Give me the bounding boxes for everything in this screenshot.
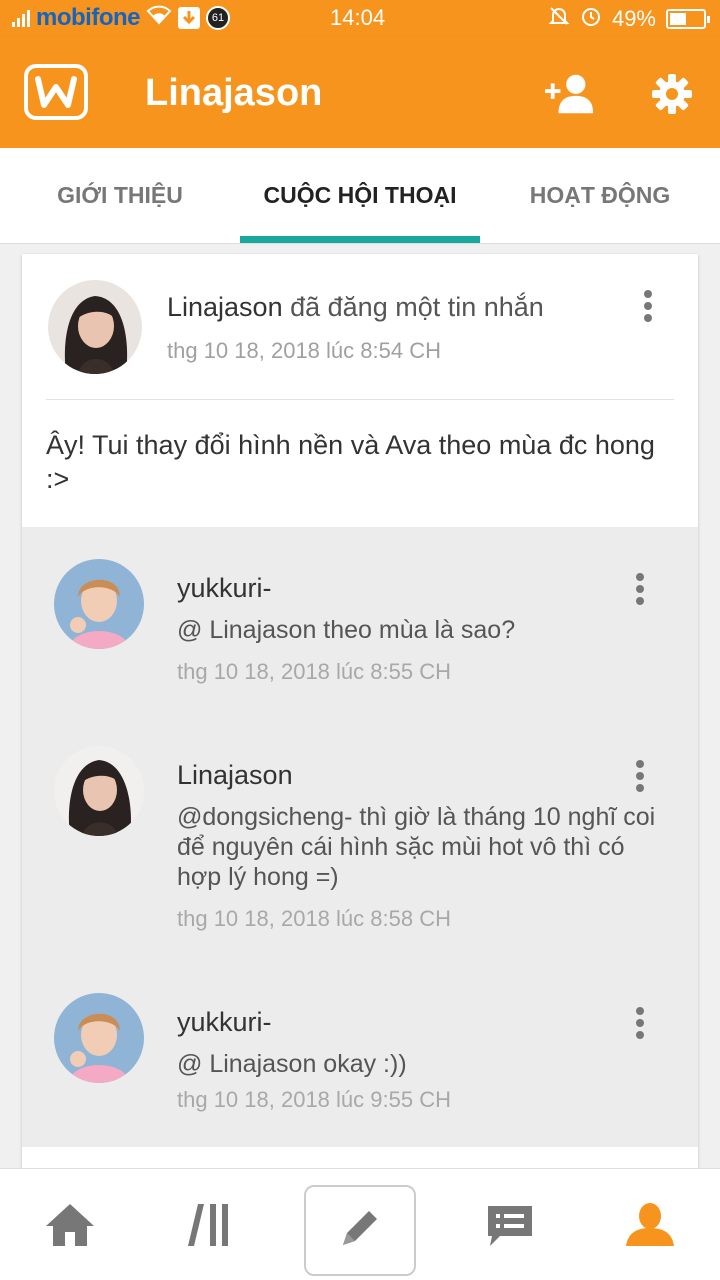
conversation-card: Linajason đã đăng một tin nhắn thg 10 18… (22, 254, 698, 1194)
post-header: Linajason đã đăng một tin nhắn thg 10 18… (22, 254, 698, 399)
clock: 14:04 (330, 5, 386, 30)
more-vert-icon[interactable] (638, 286, 658, 326)
notification-count-badge: 61 (206, 6, 230, 30)
download-icon (178, 7, 200, 29)
gear-icon[interactable] (646, 70, 698, 118)
avatar[interactable] (54, 559, 144, 649)
app-bar: Linajason (0, 36, 720, 148)
reply-author[interactable]: yukkuri- (177, 573, 272, 604)
home-icon[interactable] (0, 1169, 140, 1280)
post-author-line: Linajason đã đăng một tin nhắn (167, 292, 544, 323)
profile-icon[interactable] (580, 1169, 720, 1280)
replies-list: yukkuri- @ Linajason theo mùa là sao? th… (22, 527, 698, 1147)
bottom-nav (0, 1168, 720, 1280)
post-author[interactable]: Linajason (167, 292, 283, 322)
reply-timestamp: thg 10 18, 2018 lúc 9:55 CH (177, 1087, 451, 1112)
wifi-icon (146, 5, 172, 31)
more-vert-icon[interactable] (630, 569, 650, 609)
alarm-icon (580, 5, 602, 33)
reply-text: @dongsicheng- thì giờ là tháng 10 nghĩ c… (177, 803, 656, 891)
reply-item: Linajason @dongsicheng- thì giờ là tháng… (22, 746, 698, 946)
post-body: Ây! Tui thay đổi hình nền và Ava theo mù… (46, 430, 655, 494)
reply-text: @ Linajason okay :)) (177, 1050, 407, 1078)
post-action: đã đăng một tin nhắn (290, 292, 544, 322)
avatar[interactable] (54, 993, 144, 1083)
tab-cuoc-hoi-thoai[interactable]: CUỘC HỘI THOẠI (240, 148, 480, 243)
page-title: Linajason (145, 72, 323, 114)
pencil-icon (335, 1203, 385, 1258)
status-bar: mobifone 61 14:04 49% (0, 0, 720, 36)
post-timestamp: thg 10 18, 2018 lúc 8:54 CH (167, 338, 441, 363)
tab-gioi-thieu[interactable]: GIỚI THIỆU (0, 148, 240, 243)
tab-hoat-dong[interactable]: HOẠT ĐỘNG (480, 148, 720, 243)
battery-icon (666, 9, 710, 29)
reply-item: yukkuri- @ Linajason okay :)) thg 10 18,… (22, 993, 698, 1143)
more-vert-icon[interactable] (630, 756, 650, 796)
reply-author[interactable]: yukkuri- (177, 1007, 272, 1038)
reply-timestamp: thg 10 18, 2018 lúc 8:58 CH (177, 906, 451, 931)
add-user-icon[interactable] (545, 70, 597, 118)
more-vert-icon[interactable] (630, 1003, 650, 1043)
carrier-name: mobifone (36, 4, 141, 31)
signal-icon (12, 9, 30, 27)
reply-text: @ Linajason theo mùa là sao? (177, 616, 516, 644)
library-icon[interactable] (140, 1169, 280, 1280)
avatar[interactable] (48, 280, 142, 374)
reply-timestamp: thg 10 18, 2018 lúc 8:55 CH (177, 659, 451, 684)
mute-bell-icon (548, 5, 570, 33)
write-button[interactable] (304, 1185, 416, 1276)
reply-author[interactable]: Linajason (177, 760, 293, 791)
messages-icon[interactable] (440, 1169, 580, 1280)
tab-bar: GIỚI THIỆU CUỘC HỘI THOẠI HOẠT ĐỘNG (0, 148, 720, 244)
reply-item: yukkuri- @ Linajason theo mùa là sao? th… (22, 559, 698, 709)
avatar[interactable] (54, 746, 144, 836)
battery-percent: 49% (611, 6, 656, 31)
wattpad-logo-icon[interactable] (24, 64, 88, 120)
